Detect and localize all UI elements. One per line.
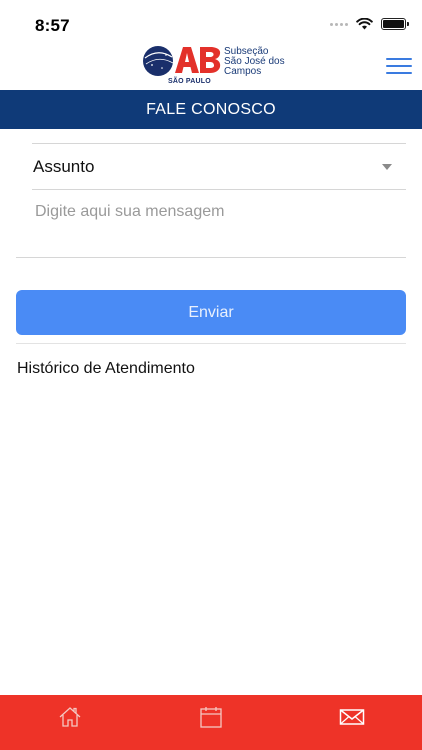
status-time: 8:57: [35, 16, 70, 35]
send-button[interactable]: Enviar: [16, 290, 406, 335]
logo-line-3: Campos: [224, 66, 262, 77]
divider: [16, 343, 406, 344]
oab-logo: SÃO PAULO Subseção São José dos Campos: [142, 43, 285, 87]
logo-subsection-text: Subseção São José dos Campos: [224, 47, 285, 77]
divider: [32, 143, 406, 144]
signal-icon: [330, 22, 348, 26]
message-input[interactable]: [32, 193, 406, 253]
oab-logo-mark: SÃO PAULO: [142, 43, 222, 87]
page-title: FALE CONOSCO: [0, 90, 422, 129]
history-title: Histórico de Atendimento: [17, 360, 195, 377]
status-icons: [330, 18, 409, 30]
logo-region-label: SÃO PAULO: [168, 78, 211, 85]
tab-home[interactable]: [0, 695, 141, 739]
mail-icon: [339, 709, 364, 725]
app-header: SÃO PAULO Subseção São José dos Campos: [0, 40, 422, 90]
status-bar: 8:57: [0, 0, 422, 44]
home-icon: [59, 707, 81, 727]
divider: [16, 257, 406, 258]
menu-icon[interactable]: [386, 58, 412, 78]
battery-icon: [381, 18, 409, 30]
subject-select-value: Assunto: [33, 157, 95, 176]
chevron-down-icon: [382, 164, 392, 170]
tab-calendar[interactable]: [141, 695, 282, 739]
subject-select[interactable]: Assunto: [32, 149, 406, 189]
calendar-icon: [200, 707, 222, 728]
tab-contact[interactable]: [281, 695, 422, 739]
divider: [32, 189, 406, 190]
tab-bar: [0, 695, 422, 750]
wifi-icon: [356, 18, 373, 30]
